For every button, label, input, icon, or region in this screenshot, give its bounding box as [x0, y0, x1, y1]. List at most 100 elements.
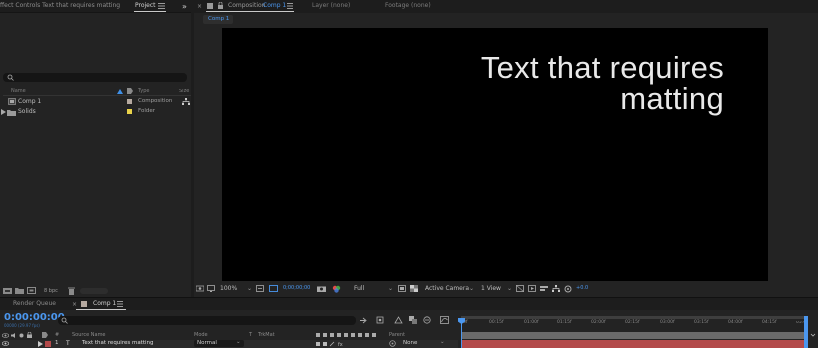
ruler-tick-label: 01:00f — [524, 320, 539, 325]
column-parent[interactable]: Parent — [389, 333, 405, 338]
work-area-end-handle[interactable] — [804, 316, 808, 348]
search-icon — [7, 74, 14, 83]
shy-layers-icon[interactable] — [394, 316, 403, 326]
chevron-down-icon[interactable]: ⌄ — [507, 286, 512, 292]
sort-ascending-icon[interactable] — [117, 89, 123, 96]
chevron-down-icon[interactable] — [810, 332, 816, 340]
flowchart-icon[interactable] — [552, 285, 560, 294]
ruler-tick-label: 03:00f — [660, 320, 675, 325]
trash-icon[interactable] — [68, 287, 75, 297]
comp-navigator-tab[interactable]: Comp 1 — [203, 15, 233, 24]
tab-footage[interactable]: Footage (none) — [385, 3, 431, 9]
ruler-tick-label: 01:15f — [557, 320, 572, 325]
fast-previews-icon[interactable] — [528, 285, 536, 294]
lock-icon — [27, 331, 32, 340]
monitor-icon[interactable] — [207, 285, 215, 294]
color-channels-icon[interactable] — [332, 285, 341, 295]
ruler-tick-label: 02:15f — [625, 320, 640, 325]
layer-name[interactable]: Text that requires matting — [82, 340, 154, 347]
current-time-display[interactable]: 0:00:00:00 — [4, 313, 65, 323]
tab-comp-timeline[interactable]: Comp 1 — [93, 301, 116, 307]
thumbnail-slider[interactable] — [80, 288, 108, 294]
layer-duration-bar[interactable] — [461, 340, 807, 348]
transparency-grid-icon[interactable] — [410, 285, 418, 294]
canvas-text-line-1[interactable]: Text that requires — [481, 52, 724, 83]
column-name[interactable]: Name — [11, 89, 26, 94]
time-navigator-bar[interactable] — [461, 316, 806, 319]
viewer-timecode[interactable]: 0;00;00;00 — [283, 286, 310, 291]
double-chevron-icon[interactable]: » — [182, 2, 187, 11]
always-preview-icon[interactable] — [195, 285, 205, 294]
expand-triangle-icon[interactable] — [1, 109, 6, 117]
column-source-name[interactable]: Source Name — [72, 333, 106, 338]
draft-3d-icon[interactable] — [376, 316, 384, 326]
layer-parent-value[interactable]: None — [403, 340, 417, 347]
graph-editor-icon[interactable] — [440, 316, 449, 326]
tab-layer[interactable]: Layer (none) — [312, 3, 350, 9]
svg-text:fx: fx — [338, 342, 343, 347]
fit-frame-icon[interactable] — [256, 285, 264, 294]
resolution-dropdown[interactable]: Full — [354, 286, 364, 292]
interpret-footage-icon[interactable] — [3, 287, 12, 296]
timeline-icon[interactable] — [540, 285, 548, 294]
layer-switch-icons[interactable]: fx — [316, 341, 356, 348]
tab-effect-controls[interactable]: ffect Controls Text that requires mattin… — [0, 3, 120, 9]
composition-tab-name[interactable]: Comp 1 — [263, 3, 286, 9]
chevron-down-icon[interactable]: ⌄ — [440, 339, 445, 346]
viewer-icon — [207, 3, 213, 11]
column-number: # — [55, 332, 60, 338]
close-icon[interactable]: × — [72, 301, 77, 308]
label-color-swatch[interactable] — [127, 99, 132, 104]
column-t[interactable]: T — [249, 333, 252, 338]
ruler-tick-label: 04:15f — [762, 320, 777, 325]
snapshot-camera-icon[interactable] — [317, 285, 326, 294]
reset-exposure-icon[interactable] — [564, 285, 572, 295]
column-type[interactable]: Type — [138, 89, 149, 94]
new-composition-icon[interactable] — [27, 287, 36, 296]
project-column-header: Name Type Size — [3, 88, 191, 96]
label-color-swatch[interactable] — [127, 109, 132, 114]
toggle-pixel-aspect-icon[interactable] — [515, 284, 525, 294]
layer-mode-dropdown[interactable]: Normal ⌄ — [194, 339, 244, 347]
hamburger-icon[interactable] — [117, 301, 123, 309]
viewer-header: × Composition Comp 1 Layer (none) Footag… — [194, 0, 818, 13]
work-area-bar[interactable] — [461, 332, 807, 339]
title-action-safe-icon[interactable] — [269, 285, 278, 294]
project-item[interactable]: Comp 1 Composition — [0, 97, 191, 107]
timeline-search-input[interactable] — [58, 316, 356, 325]
project-item[interactable]: Solids Folder — [0, 107, 191, 117]
composition-mini-flowchart-icon[interactable] — [360, 317, 368, 326]
expand-triangle-icon[interactable] — [38, 341, 43, 348]
hamburger-icon[interactable] — [287, 3, 293, 11]
flowchart-icon[interactable] — [182, 98, 190, 107]
chevron-down-icon[interactable]: ⌄ — [469, 286, 474, 292]
view-layout-dropdown[interactable]: 1 View — [481, 286, 501, 292]
region-of-interest-icon[interactable] — [398, 285, 406, 294]
bit-depth-toggle[interactable]: 8 bpc — [44, 289, 58, 294]
close-icon[interactable]: × — [197, 3, 202, 10]
layer-label-color[interactable] — [45, 341, 51, 347]
new-folder-icon[interactable] — [15, 287, 24, 296]
frame-blending-icon[interactable] — [409, 316, 417, 326]
exposure-value[interactable]: +0.0 — [576, 286, 588, 291]
hamburger-icon[interactable] — [158, 3, 165, 11]
motion-blur-icon[interactable] — [423, 316, 431, 326]
chevron-down-icon[interactable]: ⌄ — [247, 286, 252, 292]
table-row[interactable]: 1 T Text that requires matting Normal ⌄ … — [0, 339, 458, 348]
lock-icon[interactable] — [218, 1, 223, 11]
column-mode[interactable]: Mode — [194, 333, 208, 338]
tab-project[interactable]: Project — [135, 3, 156, 9]
camera-dropdown[interactable]: Active Camera — [425, 286, 469, 292]
comp-navigator-label: Comp 1 — [208, 16, 230, 22]
tab-render-queue[interactable]: Render Queue — [13, 301, 56, 307]
canvas-text-line-2[interactable]: matting — [620, 83, 724, 114]
label-tag-icon — [42, 332, 48, 340]
column-size[interactable]: Size — [179, 89, 191, 94]
project-search-input[interactable] — [3, 73, 187, 82]
chevron-down-icon[interactable]: ⌄ — [388, 286, 393, 292]
pick-whip-icon[interactable] — [389, 340, 396, 348]
composition-tab-label[interactable]: Composition — [228, 3, 265, 9]
zoom-dropdown[interactable]: 100% — [220, 286, 237, 292]
eye-icon[interactable] — [1, 341, 10, 348]
column-trkmat[interactable]: TrkMat — [258, 333, 275, 338]
